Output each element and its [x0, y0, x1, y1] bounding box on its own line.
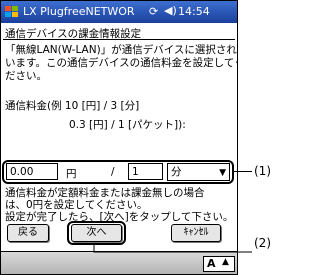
amount-input[interactable]: 0.00 — [6, 163, 58, 180]
description-line-3: ださい。 — [5, 70, 47, 82]
callout-label-1: (1) — [254, 164, 271, 178]
quantity-input[interactable]: 1 — [128, 163, 163, 180]
callout-leader-2 — [93, 244, 252, 253]
title-bar: LX PlugfreeNETWOR ⟳ ◀) 14:54 — [1, 1, 237, 23]
amount-unit-label: 円 — [66, 168, 77, 180]
sync-icon[interactable]: ⟳ — [149, 5, 158, 18]
unit-select[interactable]: 分 ▼ — [167, 163, 230, 181]
unit-select-value: 分 — [171, 166, 182, 178]
callout-label-2: (2) — [254, 236, 271, 250]
cancel-button[interactable]: ｷｬﾝｾﾙ — [171, 224, 221, 242]
clock-time[interactable]: 14:54 — [178, 5, 210, 18]
divider — [3, 39, 235, 40]
back-button[interactable]: 戻る — [7, 224, 49, 242]
windows-flag-icon[interactable] — [4, 4, 20, 20]
pda-screen: LX PlugfreeNETWOR ⟳ ◀) 14:54 通信デバイスの課金情報… — [0, 0, 238, 275]
description-line-1: 「無線LAN(W-LAN)」が通信デバイスに選択されて — [5, 44, 238, 56]
callout-leader-1 — [234, 171, 252, 172]
next-button[interactable]: 次へ — [71, 224, 122, 242]
chevron-down-icon: ▼ — [219, 168, 226, 178]
rate-example-line-1: 通信料金(例 10 [円] / 3 [分] — [5, 100, 140, 112]
app-title: LX PlugfreeNETWOR — [23, 5, 135, 18]
description-line-2: います。この通信デバイスの通信料金を設定してく — [5, 57, 238, 69]
rate-example-line-2: 0.3 [円] / 1 [パケット]): — [69, 119, 186, 131]
speaker-icon[interactable]: ◀) — [164, 4, 177, 17]
rate-separator: / — [111, 166, 115, 178]
note-line-3: 設定が完了したら、[次へ]をタップして下さい。 — [5, 211, 234, 223]
